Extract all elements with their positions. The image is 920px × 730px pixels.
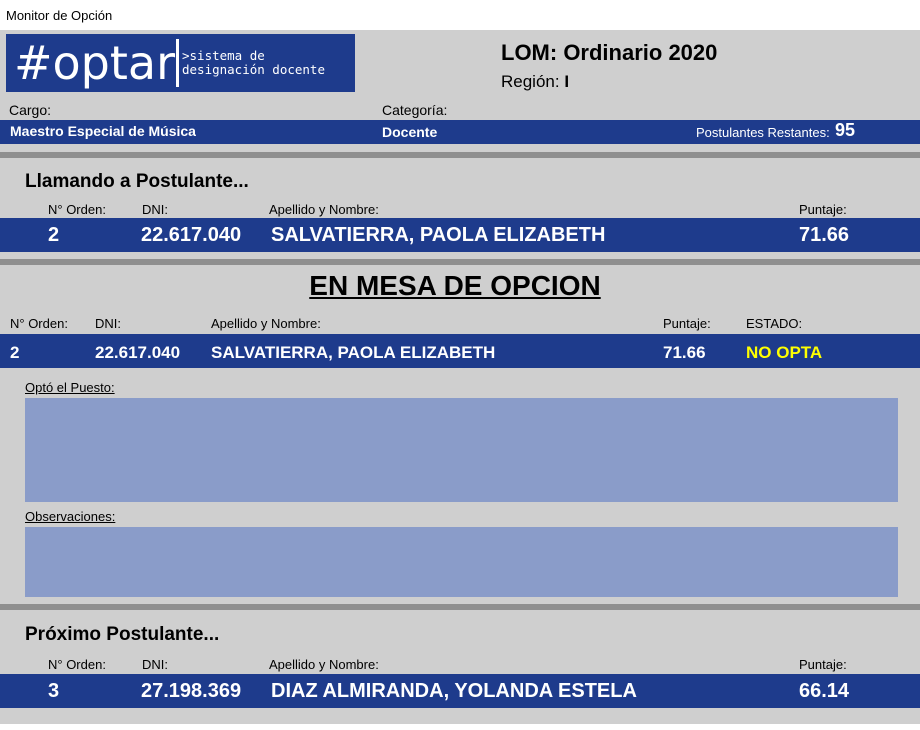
optar-logo: #optar >sistema de designación docente [6,34,355,92]
mesa-row: 2 22.617.040 SALVATIERRA, PAOLA ELIZABET… [0,334,920,368]
mesa-orden: 2 [10,343,20,362]
proximo-orden: 3 [48,680,60,702]
logo-divider [176,39,179,87]
proximo-col-dni: DNI: [142,657,168,672]
llamando-title: Llamando a Postulante... [25,171,249,192]
mesa-col-puntaje: Puntaje: [663,316,711,331]
mesa-col-nombre: Apellido y Nombre: [211,316,321,331]
proximo-col-puntaje: Puntaje: [799,657,847,672]
llamando-dni: 22.617.040 [141,224,242,246]
mesa-title: EN MESA DE OPCION [309,270,601,301]
separator [0,604,920,610]
opto-label: Optó el Puesto: [25,380,115,395]
proximo-col-nombre: Apellido y Nombre: [269,657,379,672]
categoria-value: Docente [382,124,438,140]
mesa-estado-badge: NO OPTA [746,343,823,362]
region-value: I [564,72,570,91]
logo-brand: #optar [14,36,176,90]
region-line: Región: I [501,72,569,92]
mesa-col-dni: DNI: [95,316,121,331]
proximo-row: 3 27.198.369 DIAZ ALMIRANDA, YOLANDA EST… [0,674,920,708]
opto-field [25,398,898,502]
cargo-bar: Maestro Especial de Música Docente Postu… [0,120,920,144]
window-titlebar: Monitor de Opción [0,0,920,30]
observaciones-field [25,527,898,597]
llamando-col-dni: DNI: [142,202,168,217]
mesa-col-estado: ESTADO: [746,316,803,331]
proximo-puntaje: 66.14 [799,680,850,702]
window-title: Monitor de Opción [6,8,113,23]
mesa-puntaje: 71.66 [663,343,706,362]
cargo-label: Cargo: [9,102,52,118]
cargo-value: Maestro Especial de Música [10,123,196,139]
logo-tagline-2: designación docente [182,62,325,77]
separator [0,259,920,265]
proximo-col-orden: N° Orden: [48,657,106,672]
llamando-col-puntaje: Puntaje: [799,202,847,217]
restantes-value: 95 [835,120,856,140]
proximo-nombre: DIAZ ALMIRANDA, YOLANDA ESTELA [271,680,637,702]
llamando-col-nombre: Apellido y Nombre: [269,202,379,217]
mesa-dni: 22.617.040 [95,343,181,362]
llamando-col-orden: N° Orden: [48,202,106,217]
categoria-label: Categoría: [382,102,448,118]
proximo-dni: 27.198.369 [141,680,242,702]
restantes-label: Postulantes Restantes: [696,125,830,140]
llamando-puntaje: 71.66 [799,224,850,246]
mesa-nombre: SALVATIERRA, PAOLA ELIZABETH [211,343,496,362]
llamando-row: 2 22.617.040 SALVATIERRA, PAOLA ELIZABET… [0,218,920,252]
llamando-nombre: SALVATIERRA, PAOLA ELIZABETH [271,224,606,246]
logo-tagline-1: >sistema de [182,48,265,63]
proximo-title: Próximo Postulante... [25,624,220,645]
region-label: Región: [501,72,560,91]
lom-title: LOM: Ordinario 2020 [501,40,718,65]
mesa-col-orden: N° Orden: [10,316,68,331]
separator [0,152,920,158]
observaciones-label: Observaciones: [25,509,116,524]
llamando-orden: 2 [48,224,60,246]
